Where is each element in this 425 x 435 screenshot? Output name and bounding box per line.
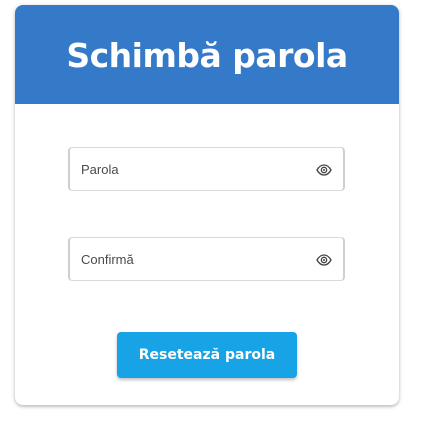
card-header: Schimbă parola bbox=[15, 5, 399, 104]
password-field[interactable]: Parola bbox=[68, 147, 345, 191]
confirm-password-input[interactable] bbox=[80, 238, 300, 280]
reset-password-button[interactable]: Resetează parola bbox=[117, 332, 297, 378]
reset-password-card: Schimbă parola Parola Confirmă Resetează… bbox=[15, 5, 399, 405]
confirm-password-field[interactable]: Confirmă bbox=[68, 237, 345, 281]
eye-icon[interactable] bbox=[316, 162, 332, 178]
page-title: Schimbă parola bbox=[66, 36, 348, 75]
password-input[interactable] bbox=[80, 148, 300, 190]
eye-icon[interactable] bbox=[316, 252, 332, 268]
